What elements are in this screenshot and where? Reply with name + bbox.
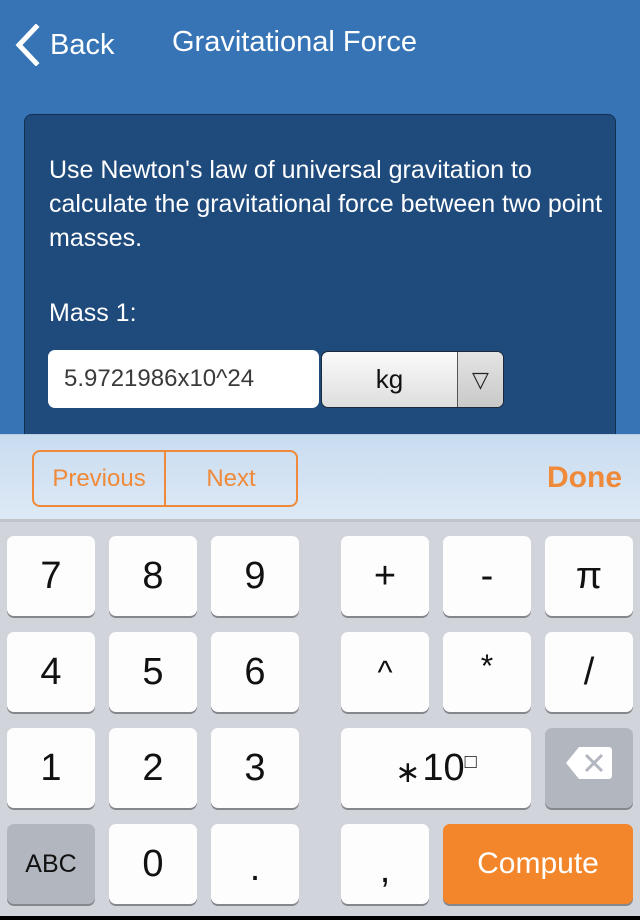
key-8[interactable]: 8: [109, 536, 197, 616]
prev-next-segmented-control: Previous Next: [32, 450, 298, 507]
key-plus[interactable]: +: [341, 536, 429, 616]
calculator-panel: Use Newton's law of universal gravitatio…: [24, 114, 616, 454]
keyboard-toolbar: Previous Next Done: [0, 434, 640, 522]
mass1-label: Mass 1:: [49, 299, 137, 327]
app-screen: Back Gravitational Force Use Newton's la…: [0, 0, 640, 454]
compute-button[interactable]: Compute: [443, 824, 633, 904]
key-5[interactable]: 5: [109, 632, 197, 712]
done-button[interactable]: Done: [547, 461, 622, 495]
backspace-icon: [565, 745, 613, 791]
key-3[interactable]: 3: [211, 728, 299, 808]
key-multiply[interactable]: *: [443, 632, 531, 712]
exp-placeholder-box: □: [464, 750, 477, 773]
numeric-keyboard: 7 8 9 + - π 4 5 6 ^ * / 1 2 3 ∗ 10 □ ABC 0…: [0, 522, 640, 916]
mass1-input[interactable]: [48, 350, 319, 408]
key-caret[interactable]: ^: [341, 632, 429, 712]
key-pi[interactable]: π: [545, 536, 633, 616]
unit-value: kg: [322, 352, 458, 407]
key-0[interactable]: 0: [109, 824, 197, 904]
previous-button[interactable]: Previous: [34, 452, 166, 505]
back-label: Back: [50, 28, 115, 61]
back-button[interactable]: Back: [14, 22, 114, 68]
key-2[interactable]: 2: [109, 728, 197, 808]
bottom-edge: [0, 916, 640, 920]
key-comma[interactable]: ,: [341, 824, 429, 904]
exp-star: ∗: [395, 755, 421, 789]
key-minus[interactable]: -: [443, 536, 531, 616]
abc-label: ABC: [25, 849, 77, 878]
exp-base: 10: [422, 746, 465, 789]
backspace-key[interactable]: [545, 728, 633, 808]
chevron-left-icon: [14, 24, 40, 66]
key-divide[interactable]: /: [545, 632, 633, 712]
dropdown-triangle-icon[interactable]: ▽: [458, 352, 503, 407]
next-button[interactable]: Next: [166, 452, 296, 505]
key-7[interactable]: 7: [7, 536, 95, 616]
abc-key[interactable]: ABC: [7, 824, 95, 904]
description-text: Use Newton's law of universal gravitatio…: [49, 156, 603, 252]
key-1[interactable]: 1: [7, 728, 95, 808]
key-dot[interactable]: .: [211, 824, 299, 904]
key-6[interactable]: 6: [211, 632, 299, 712]
key-9[interactable]: 9: [211, 536, 299, 616]
mass1-unit-select[interactable]: kg ▽: [321, 351, 504, 408]
key-4[interactable]: 4: [7, 632, 95, 712]
key-times-ten-power[interactable]: ∗ 10 □: [341, 728, 531, 808]
page-title: Gravitational Force: [172, 26, 417, 58]
